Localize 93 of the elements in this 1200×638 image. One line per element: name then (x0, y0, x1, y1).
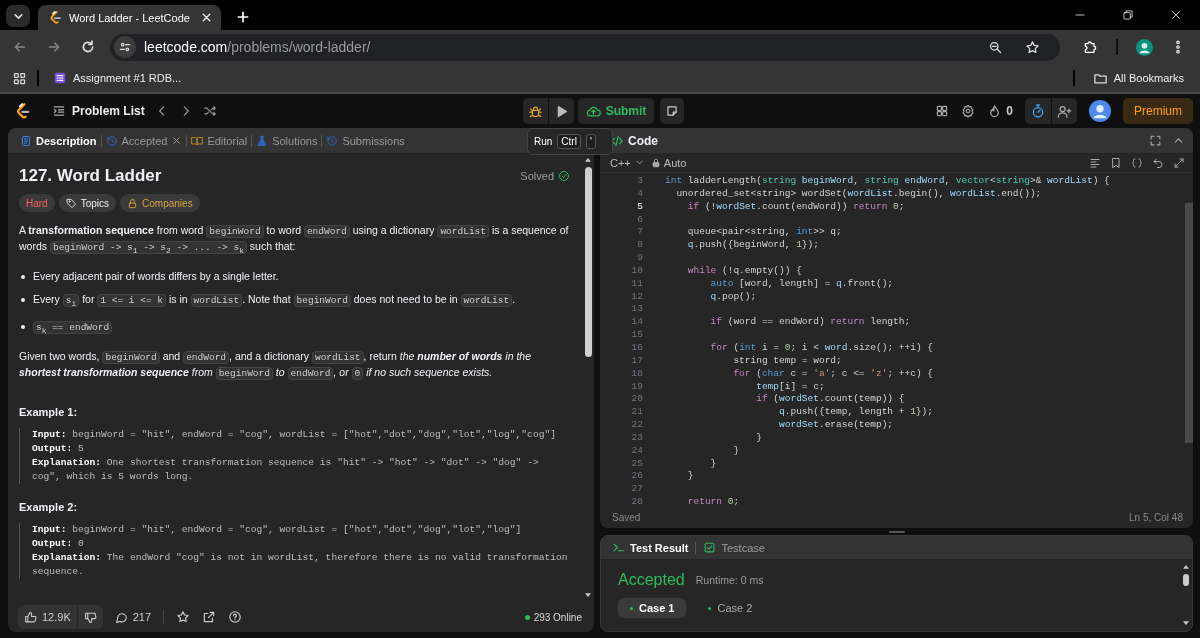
code-line: q.pop(); (709, 290, 758, 304)
line-number: 3 (636, 175, 643, 188)
code-line: return 0; (686, 496, 741, 509)
example-line: Input: beginWord = "hit", endWord = "cog", wordList = ["hot","dot","dog","lot","log","cog"] (32, 427, 557, 442)
line-number: 11 (630, 277, 643, 291)
example-line: Output: 5 (32, 441, 85, 456)
panel-tab[interactable]: Editorial (187, 134, 252, 147)
line-number: 21 (630, 406, 643, 420)
runtime-text: Runtime: 0 ms (695, 574, 764, 587)
panel-tab[interactable]: Submissions (322, 134, 409, 147)
panel-tab[interactable]: Description (16, 134, 101, 147)
line-number: 27 (630, 483, 643, 497)
panel-tab[interactable]: Accepted (101, 134, 187, 147)
line-number: 5 (636, 200, 643, 214)
code-line: wordSet.erase(temp); (778, 419, 895, 432)
code-line: } (755, 431, 763, 445)
example-line: Explanation: One shortest transformation sequence is "hit" -> "hot" -> "dot" -> "dog" -> cog", which is 5 words long. (32, 455, 540, 484)
example-line: Explanation: The endWord "cog" is not in wordList, therefore there is no valid transformation sequence. (32, 550, 569, 579)
comments-button[interactable]: 217 (114, 610, 152, 624)
line-number: 6 (636, 213, 643, 227)
problem-list-link[interactable]: Problem List (52, 104, 145, 118)
code-line: if (word == endWord) return length; (709, 316, 912, 330)
code-line: if (wordSet.count(temp)) { (755, 393, 906, 407)
save-status: Saved (612, 511, 641, 523)
code-line: } (709, 457, 718, 471)
key-cap: ' (585, 134, 596, 149)
code-line: } (732, 444, 741, 458)
line-number: 18 (630, 367, 643, 381)
code-line: for (int i = 0; i < word.size(); ++i) { (709, 341, 934, 355)
line-number: 7 (636, 226, 643, 240)
language-dropdown[interactable]: C++ (610, 156, 645, 169)
line-number: 8 (636, 239, 643, 253)
tooltip-label: Run (534, 136, 553, 147)
tag-chip[interactable]: Companies (120, 194, 200, 212)
code-line: string temp = word; (732, 354, 843, 368)
line-number: 24 (630, 444, 643, 458)
case-tab[interactable]: Case 1 (618, 598, 687, 619)
paragraph: A transformation sequence from word beginWord to word endWord using a dictionary wordList is a sequence of words beginWord -> s$_{1}$ -> s$_{2}$ -> ... -> s$_{k}$ such that: (19, 223, 570, 257)
code-line: if (!wordSet.count(endWord)) return 0; (686, 200, 906, 214)
code-line: q.push({temp, length + 1}); (778, 406, 934, 420)
example-title: Example 2: (19, 499, 79, 515)
verdict-text: Accepted (618, 571, 685, 590)
line-number: 10 (630, 264, 643, 278)
line-number: 23 (630, 431, 643, 445)
panel-tab[interactable]: Test Result (609, 541, 692, 555)
list-item-text: Every adjacent pair of words differs by a single letter. (33, 268, 279, 284)
mode-indicator: Auto (650, 156, 687, 169)
bookmark-item[interactable]: Assignment #1 RDB... (49, 69, 186, 87)
problem-title: 127. Word Ladder (19, 165, 162, 187)
line-number: 22 (630, 419, 643, 432)
solved-status: Solved (520, 169, 554, 184)
code-line: int ladderLength(string beginWord, string endWord, vector<string>& wordList) { (665, 175, 1111, 188)
code-line: for (char c = 'a'; c <= 'z'; ++c) { (732, 367, 934, 381)
tag-chip[interactable]: Topics (58, 194, 117, 212)
line-number: 15 (630, 329, 643, 342)
line-number: 9 (636, 252, 643, 265)
list-item-text: Every s$_{i}$ for 1 <= i <= k is in wordList . Note that beginWord does not need to be in wordList . (33, 291, 516, 310)
tag-chip[interactable]: Hard (19, 194, 55, 212)
paragraph: Given two words, beginWord and endWord , and a dictionary wordList , return the number of words in the shortest transformation sequence from beginWord to endWord , or 0 if no such sequence exists. (19, 348, 533, 381)
key-cap: Ctrl (557, 134, 581, 149)
line-number: 20 (630, 393, 643, 407)
online-count: 293 Online (533, 611, 582, 623)
example-title: Example 1: (19, 404, 79, 420)
case-tab[interactable]: Case 2 (696, 598, 765, 619)
all-bookmarks-button[interactable]: All Bookmarks (1088, 68, 1188, 88)
code-line: temp[i] = c; (755, 380, 826, 394)
cursor-position: Ln 5, Col 48 (1129, 511, 1183, 523)
line-number: 16 (630, 341, 643, 355)
example-line: Output: 0 (32, 536, 85, 551)
line-number: 13 (630, 303, 643, 317)
code-line: auto [word, length] = q.front(); (709, 277, 895, 291)
line-number: 17 (630, 354, 643, 368)
streak-counter[interactable]: 0 (987, 103, 1013, 119)
line-number: 4 (636, 187, 643, 201)
premium-button[interactable]: Premium (1123, 98, 1193, 124)
code-line: unordered_set<string> wordSet(wordList.begin(), wordList.end()); (675, 187, 1043, 201)
panel-tab[interactable]: Solutions (252, 134, 322, 147)
panel-title: Code (628, 133, 658, 148)
line-number: 14 (630, 316, 643, 330)
line-number: 26 (630, 470, 643, 484)
code-line: while (!q.empty()) { (686, 264, 803, 278)
example-line: Input: beginWord = "hit", endWord = "cog", wordList = ["hot","dot","dog","lot","log"] (32, 522, 523, 537)
line-number: 19 (630, 380, 643, 394)
address-bar[interactable]: leetcode.com/problems/word-ladder/ (110, 33, 1060, 61)
line-number: 28 (630, 496, 643, 509)
code-line: queue<pair<string, int>> q; (686, 226, 843, 240)
submit-button[interactable]: Submit (577, 98, 655, 124)
line-number: 25 (630, 457, 643, 471)
browser-tab[interactable]: Word Ladder - LeetCode (38, 5, 221, 30)
line-number: 12 (630, 290, 643, 304)
code-line: } (686, 470, 695, 484)
panel-tab[interactable]: Testcase (700, 541, 768, 555)
code-line: q.push({beginWord, 1}); (686, 239, 820, 253)
